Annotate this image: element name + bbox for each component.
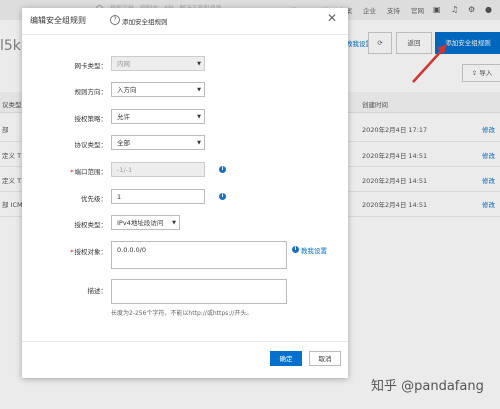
help-link[interactable]: 添加安全组规则 [122, 16, 168, 26]
auth-object-label-text: 授权对象： [74, 248, 108, 256]
description-textarea[interactable] [111, 279, 287, 304]
policy-label: 授权策略： [74, 115, 108, 123]
nic-type-select: 内网 ▼ [111, 56, 205, 71]
auth-type-select[interactable]: IPv4地址段访问 ▼ [111, 215, 180, 230]
protocol-value: 全部 [117, 139, 130, 147]
chevron-down-icon: ▼ [197, 61, 201, 67]
port-range-label-text: 端口范围： [74, 168, 108, 176]
chevron-down-icon: ▼ [197, 140, 201, 146]
nic-type-label: 网卡类型： [74, 62, 108, 70]
auth-object-label: *授权对象： [22, 246, 107, 256]
info-icon[interactable]: i [219, 193, 226, 200]
edit-security-group-rule-dialog: 编辑安全组规则 ? 添加安全组规则 ✕ 网卡类型： 内网 ▼ 规则方向： 入方向… [22, 8, 348, 378]
dialog-header-divider [22, 34, 348, 35]
protocol-label: 协议类型： [74, 141, 108, 149]
help-icon[interactable]: ? [110, 15, 120, 25]
policy-select[interactable]: 允许 ▼ [111, 109, 205, 124]
required-mark: * [70, 168, 74, 176]
teach-me-setup-link[interactable]: 教我设置 [301, 245, 327, 255]
dialog-footer-divider [22, 341, 348, 342]
direction-value: 入方向 [117, 86, 137, 94]
auth-object-textarea[interactable]: 0.0.0.0/0 [111, 241, 287, 269]
port-range-input: -1/-1 [111, 162, 205, 177]
chevron-down-icon: ▼ [197, 114, 201, 120]
auth-object-value: 0.0.0.0/0 [117, 246, 147, 254]
direction-label: 规则方向： [74, 88, 108, 96]
priority-input[interactable]: 1 [111, 189, 205, 204]
nic-type-value: 内网 [117, 60, 130, 68]
confirm-button[interactable]: 确定 [270, 351, 302, 366]
chevron-down-icon: ▼ [197, 87, 201, 93]
cancel-button[interactable]: 取消 [309, 351, 341, 366]
protocol-select[interactable]: 全部 ▼ [111, 135, 205, 150]
port-range-label: *端口范围： [22, 166, 107, 176]
required-mark: * [70, 248, 74, 256]
priority-value: 1 [117, 193, 122, 201]
direction-select[interactable]: 入方向 ▼ [111, 82, 205, 97]
chevron-down-icon: ▼ [172, 220, 176, 226]
info-icon[interactable]: i [219, 166, 226, 173]
description-label: 描述： [87, 287, 108, 295]
close-icon[interactable]: ✕ [327, 11, 337, 25]
auth-type-label: 授权类型： [74, 221, 108, 229]
priority-label: 优先级： [81, 195, 107, 203]
port-range-value: -1/-1 [117, 166, 133, 174]
policy-value: 允许 [117, 113, 130, 121]
dialog-title: 编辑安全组规则 [30, 16, 86, 25]
guide-icon[interactable]: i [292, 246, 299, 253]
description-hint: 长度为2-256个字符，不能以http://或https://开头。 [111, 310, 253, 317]
watermark: 知乎 @pandafang [371, 379, 484, 394]
auth-type-value: IPv4地址段访问 [117, 219, 164, 227]
